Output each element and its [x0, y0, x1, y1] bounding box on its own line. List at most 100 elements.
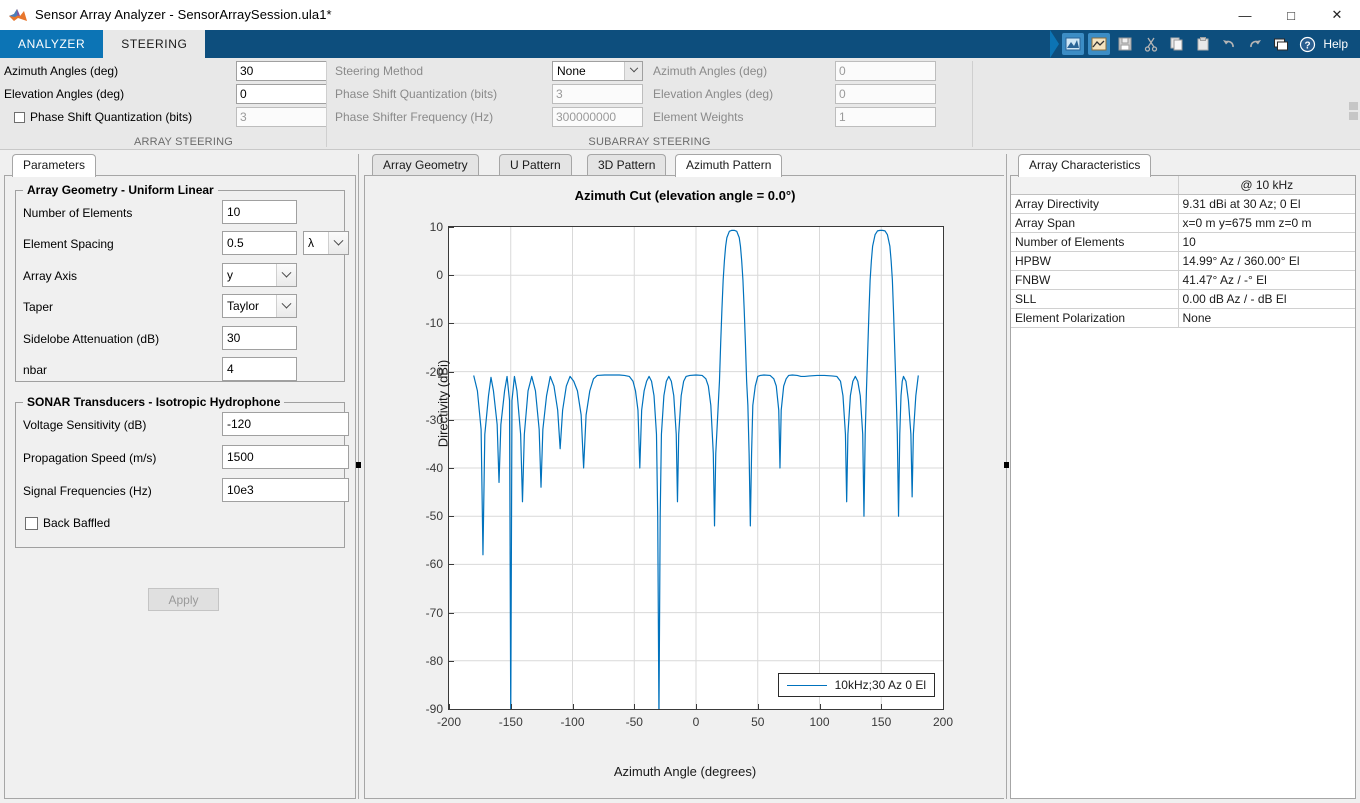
table-row[interactable]: Element PolarizationNone: [1011, 309, 1355, 328]
sidelobe-attenuation-label: Sidelobe Attenuation (dB): [23, 332, 159, 346]
field-row-taper: Taper: [23, 295, 53, 319]
scroll-up-box[interactable]: [1349, 102, 1358, 110]
array-quant-label: Phase Shift Quantization (bits): [30, 110, 192, 124]
number-of-elements-label: Number of Elements: [23, 206, 132, 220]
new-figure-icon[interactable]: [1062, 33, 1084, 55]
table-row[interactable]: Number of Elements10: [1011, 233, 1355, 252]
characteristic-value: None: [1178, 309, 1355, 328]
chart-title: Azimuth Cut (elevation angle = 0.0°): [365, 188, 1005, 203]
cut-icon[interactable]: [1140, 33, 1162, 55]
svg-text:?: ?: [1304, 40, 1310, 51]
back-baffled-checkbox[interactable]: [25, 517, 38, 530]
tab-parameters[interactable]: Parameters: [12, 154, 96, 177]
chevron-down-icon[interactable]: [624, 62, 642, 80]
subarray-freq-label: Phase Shifter Frequency (Hz): [335, 110, 552, 124]
back-baffled-row[interactable]: Back Baffled: [25, 511, 110, 535]
characteristic-value: 14.99° Az / 360.00° El: [1178, 252, 1355, 271]
sidelobe-attenuation-input[interactable]: [222, 326, 297, 350]
array-axis-combo[interactable]: y: [222, 263, 297, 287]
characteristic-name: HPBW: [1011, 252, 1178, 271]
apply-button[interactable]: Apply: [148, 588, 219, 611]
tab-array-geometry[interactable]: Array Geometry: [372, 154, 479, 176]
layout-icon[interactable]: [1270, 33, 1292, 55]
subarray-freq-input[interactable]: [552, 107, 643, 127]
y-axis-tick-label: -70: [426, 606, 443, 620]
x-axis-tick-mark: [943, 704, 944, 709]
subarray-weights-input[interactable]: [835, 107, 936, 127]
x-axis-tick-mark: [881, 704, 882, 709]
subarray-elevation-input[interactable]: [835, 84, 936, 104]
tab-3d-pattern[interactable]: 3D Pattern: [587, 154, 666, 176]
x-axis-tick-label: 50: [751, 715, 764, 729]
table-row[interactable]: FNBW41.47° Az / -° El: [1011, 271, 1355, 290]
ribbon-tab-analyzer[interactable]: ANALYZER: [0, 30, 103, 58]
array-quant-input[interactable]: [236, 107, 327, 127]
save-icon[interactable]: [1114, 33, 1136, 55]
subarray-method-combo[interactable]: None: [552, 61, 643, 81]
splitter-right-grip[interactable]: [1004, 462, 1009, 468]
minimize-button[interactable]: —: [1222, 0, 1268, 30]
splitter-left[interactable]: [356, 154, 361, 799]
splitter-left-grip[interactable]: [356, 462, 361, 468]
tab-u-pattern[interactable]: U Pattern: [499, 154, 572, 176]
x-axis-tick-label: -200: [437, 715, 461, 729]
subarray-steering-caption: SUBARRAY STEERING: [327, 136, 972, 148]
subarray-azimuth-input[interactable]: [835, 61, 936, 81]
voltage-sensitivity-label: Voltage Sensitivity (dB): [23, 418, 146, 432]
subarray-weights-label: Element Weights: [653, 110, 835, 124]
characteristics-panel-box: @ 10 kHzArray Directivity9.31 dBi at 30 …: [1010, 175, 1356, 799]
scroll-down-box[interactable]: [1349, 112, 1358, 120]
undo-icon[interactable]: [1218, 33, 1240, 55]
characteristic-name: FNBW: [1011, 271, 1178, 290]
taper-combo[interactable]: Taylor: [222, 294, 297, 318]
splitter-right-bar: [1006, 154, 1007, 799]
ribbon-tab-steering[interactable]: STEERING: [103, 30, 205, 58]
table-row[interactable]: Array Directivity9.31 dBi at 30 Az; 0 El: [1011, 195, 1355, 214]
subarray-quant-label: Phase Shift Quantization (bits): [335, 87, 552, 101]
subarray-elevation-label: Elevation Angles (deg): [653, 87, 835, 101]
characteristic-value: x=0 m y=675 mm z=0 m: [1178, 214, 1355, 233]
ribbon-scroll-indicator[interactable]: [1349, 102, 1358, 128]
table-row[interactable]: HPBW14.99° Az / 360.00° El: [1011, 252, 1355, 271]
voltage-sensitivity-input[interactable]: [222, 412, 349, 436]
array-quant-checkbox[interactable]: [14, 112, 25, 123]
x-axis-tick-mark: [511, 704, 512, 709]
subarray-azimuth-label: Azimuth Angles (deg): [653, 64, 835, 78]
nbar-input[interactable]: [222, 357, 297, 381]
x-axis-tick-label: 100: [809, 715, 829, 729]
table-row[interactable]: SLL0.00 dB Az / - dB El: [1011, 290, 1355, 309]
help-label[interactable]: Help: [1323, 37, 1348, 51]
tab-azimuth-pattern[interactable]: Azimuth Pattern: [675, 154, 782, 177]
maximize-button[interactable]: □: [1268, 0, 1314, 30]
chevron-down-icon[interactable]: [276, 264, 296, 286]
open-icon[interactable]: [1088, 33, 1110, 55]
chevron-down-icon[interactable]: [328, 232, 348, 254]
copy-icon[interactable]: [1166, 33, 1188, 55]
element-spacing-input[interactable]: [222, 231, 297, 255]
table-row[interactable]: Array Spanx=0 m y=675 mm z=0 m: [1011, 214, 1355, 233]
x-axis-tick-label: 200: [933, 715, 953, 729]
help-icon[interactable]: ?: [1296, 33, 1318, 55]
signal-frequencies-input[interactable]: [222, 478, 349, 502]
array-steering-caption: ARRAY STEERING: [40, 136, 327, 148]
field-row-spacing: Element Spacing: [23, 232, 114, 256]
array-azimuth-input[interactable]: [236, 61, 327, 81]
redo-icon[interactable]: [1244, 33, 1266, 55]
propagation-speed-label: Propagation Speed (m/s): [23, 451, 156, 465]
subarray-method-value: None: [557, 64, 586, 78]
tab-array-characteristics[interactable]: Array Characteristics: [1018, 154, 1151, 177]
propagation-speed-input[interactable]: [222, 445, 349, 469]
number-of-elements-input[interactable]: [222, 200, 297, 224]
subarray-quant-input[interactable]: [552, 84, 643, 104]
array-elevation-input[interactable]: [236, 84, 327, 104]
array-steering-group: Azimuth Angles (deg) Elevation Angles (d…: [0, 58, 327, 150]
close-button[interactable]: ✕: [1314, 0, 1360, 30]
element-spacing-unit-combo[interactable]: λ: [303, 231, 349, 255]
array-characteristics-table: @ 10 kHzArray Directivity9.31 dBi at 30 …: [1011, 176, 1355, 328]
chevron-down-icon[interactable]: [276, 295, 296, 317]
pattern-panel-box: Azimuth Cut (elevation angle = 0.0°) 100…: [364, 175, 1006, 799]
paste-icon[interactable]: [1192, 33, 1214, 55]
splitter-right[interactable]: [1004, 154, 1009, 799]
sonar-transducers-title: SONAR Transducers - Isotropic Hydrophone: [23, 395, 284, 409]
chart-plot-area[interactable]: 100-10-20-30-40-50-60-70-80-90 -200-150-…: [448, 226, 944, 710]
